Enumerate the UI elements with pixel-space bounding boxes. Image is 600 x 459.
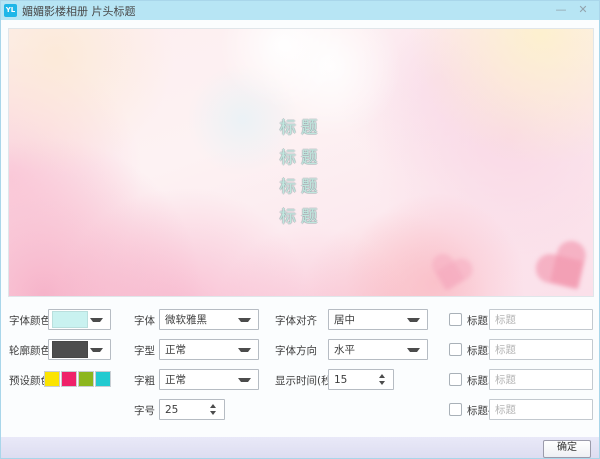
font-color-label: 字体颜色 [9,313,51,328]
heart-decoration [425,252,475,297]
title2-input[interactable] [489,339,593,360]
spin-down-icon[interactable] [379,381,385,385]
title4-checkbox[interactable] [449,403,462,416]
font-size-spinner[interactable]: 25 [159,399,225,420]
outline-color-swatch [52,341,88,358]
title4-input[interactable] [489,399,593,420]
chevron-down-icon [407,348,420,352]
font-weight-label: 字粗 [134,373,155,388]
dialog-window: YL 媚媚影楼相册 片头标题 — ✕ 标题 标题 标题 标题 字体颜色 轮廓颜色… [0,0,600,459]
titlebar: YL 媚媚影楼相册 片头标题 — ✕ [1,1,599,20]
preview-title-2: 标题 [280,143,323,173]
chevron-down-icon [90,318,103,322]
font-family-value: 微软雅黑 [160,312,238,327]
window-title: 媚媚影楼相册 片头标题 [22,3,136,19]
font-weight-select[interactable]: 正常 [159,369,259,390]
font-size-value: 25 [160,404,210,416]
font-style-value: 正常 [160,342,238,357]
title1-checkbox[interactable] [449,313,462,326]
spinner-arrows-icon[interactable] [210,404,216,415]
preset-color-cyan[interactable] [95,371,111,387]
preset-color-green[interactable] [78,371,94,387]
chevron-down-icon [407,318,420,322]
font-size-label: 字号 [134,403,155,418]
title3-checkbox[interactable] [449,373,462,386]
title1-input[interactable] [489,309,593,330]
outline-color-label: 轮廓颜色 [9,343,51,358]
duration-value: 15 [329,374,379,386]
chevron-down-icon [238,378,251,382]
preview-title-3: 标题 [280,172,323,202]
preview-title-4: 标题 [280,202,323,232]
footer-bar [1,437,599,459]
title3-input[interactable] [489,369,593,390]
align-label: 字体对齐 [275,313,317,328]
spin-down-icon[interactable] [210,411,216,415]
chevron-down-icon [238,348,251,352]
chevron-down-icon [238,318,251,322]
font-family-select[interactable]: 微软雅黑 [159,309,259,330]
preset-color-pink[interactable] [61,371,77,387]
duration-spinner[interactable]: 15 [328,369,394,390]
font-color-swatch [52,311,88,328]
spinner-arrows-icon[interactable] [379,374,385,385]
outline-color-picker[interactable] [48,339,111,360]
heart-decoration [530,236,594,297]
font-color-picker[interactable] [48,309,111,330]
minimize-button[interactable]: — [551,1,571,20]
direction-label: 字体方向 [275,343,317,358]
font-style-label: 字型 [134,343,155,358]
spin-up-icon[interactable] [379,374,385,378]
font-label: 字体 [134,313,155,328]
preset-color-yellow[interactable] [44,371,60,387]
close-button[interactable]: ✕ [573,1,593,20]
preview-title-1: 标题 [280,113,323,143]
direction-value: 水平 [329,342,407,357]
preview-titles: 标题 标题 标题 标题 [280,113,323,231]
direction-select[interactable]: 水平 [328,339,428,360]
font-weight-value: 正常 [160,372,238,387]
chevron-down-icon [90,348,103,352]
duration-label: 显示时间(秒) [275,373,336,388]
ok-button[interactable]: 确定 [543,440,591,458]
app-icon: YL [4,4,17,17]
align-value: 居中 [329,312,407,327]
font-style-select[interactable]: 正常 [159,339,259,360]
align-select[interactable]: 居中 [328,309,428,330]
spin-up-icon[interactable] [210,404,216,408]
title-preview-canvas[interactable]: 标题 标题 标题 标题 [8,28,594,297]
title2-checkbox[interactable] [449,343,462,356]
